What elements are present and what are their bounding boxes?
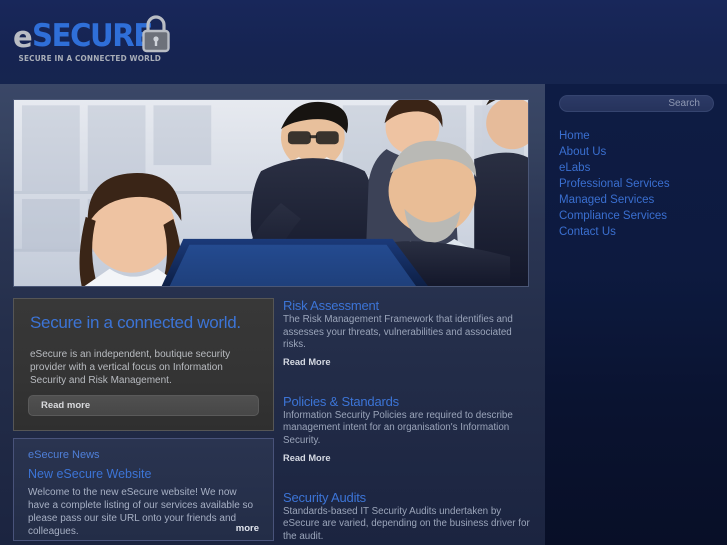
page-root: e SECURE SECURE IN A CONNECTED WORLD Sec… xyxy=(0,0,727,545)
logo-word-secure: SECURE xyxy=(31,18,153,54)
intro-read-more-button[interactable]: Read more xyxy=(28,395,259,416)
nav-item-about-us[interactable]: About Us xyxy=(559,144,724,160)
service-read-more-link[interactable]: Read More xyxy=(283,357,331,367)
news-card: eSecure News New eSecure Website Welcome… xyxy=(13,438,274,541)
services-column: Risk Assessment The Risk Management Fram… xyxy=(283,298,531,545)
nav-item-compliance-services[interactable]: Compliance Services xyxy=(559,208,724,224)
news-body: Welcome to the new eSecure website! We n… xyxy=(28,487,254,537)
intro-title: Secure in a connected world. xyxy=(30,313,241,332)
nav-item-managed-services[interactable]: Managed Services xyxy=(559,192,724,208)
nav-item-home[interactable]: Home xyxy=(559,128,724,144)
service-item-policies-standards: Policies & Standards Information Securit… xyxy=(283,394,531,466)
service-body: Standards-based IT Security Audits under… xyxy=(283,505,530,542)
nav-item-professional-services[interactable]: Professional Services xyxy=(559,176,724,192)
hero-image xyxy=(13,99,529,287)
primary-navigation: Home About Us eLabs Professional Service… xyxy=(559,128,724,240)
news-section-label: eSecure News xyxy=(28,449,100,461)
service-read-more-link[interactable]: Read More xyxy=(283,453,331,463)
search-input[interactable]: Search xyxy=(559,95,714,112)
news-more-link[interactable]: more xyxy=(236,523,259,534)
logo-wordmark: e SECURE xyxy=(13,12,183,54)
right-sidebar: Search Home About Us eLabs Professional … xyxy=(545,84,727,545)
site-logo[interactable]: e SECURE SECURE IN A CONNECTED WORLD xyxy=(13,14,183,70)
service-body: The Risk Management Framework that ident… xyxy=(283,314,513,351)
intro-card: Secure in a connected world. eSecure is … xyxy=(13,298,274,431)
logo-tagline: SECURE IN A CONNECTED WORLD xyxy=(18,54,162,63)
service-body: Information Security Policies are requir… xyxy=(283,409,513,446)
nav-item-elabs[interactable]: eLabs xyxy=(559,160,724,176)
site-header: e SECURE SECURE IN A CONNECTED WORLD xyxy=(0,0,727,84)
main-content-panel: Secure in a connected world. eSecure is … xyxy=(0,84,545,545)
service-item-security-audits: Security Audits Standards-based IT Secur… xyxy=(283,490,531,545)
search-placeholder-label: Search xyxy=(668,98,700,109)
news-headline[interactable]: New eSecure Website xyxy=(14,461,273,481)
nav-item-contact-us[interactable]: Contact Us xyxy=(559,224,724,240)
service-item-risk-assessment: Risk Assessment The Risk Management Fram… xyxy=(283,298,531,370)
logo-letter-e: e xyxy=(13,20,33,54)
service-title[interactable]: Policies & Standards xyxy=(283,394,531,409)
service-title[interactable]: Security Audits xyxy=(283,490,531,505)
padlock-icon xyxy=(138,12,174,54)
intro-body: eSecure is an independent, boutique secu… xyxy=(30,349,231,386)
service-title[interactable]: Risk Assessment xyxy=(283,298,531,313)
